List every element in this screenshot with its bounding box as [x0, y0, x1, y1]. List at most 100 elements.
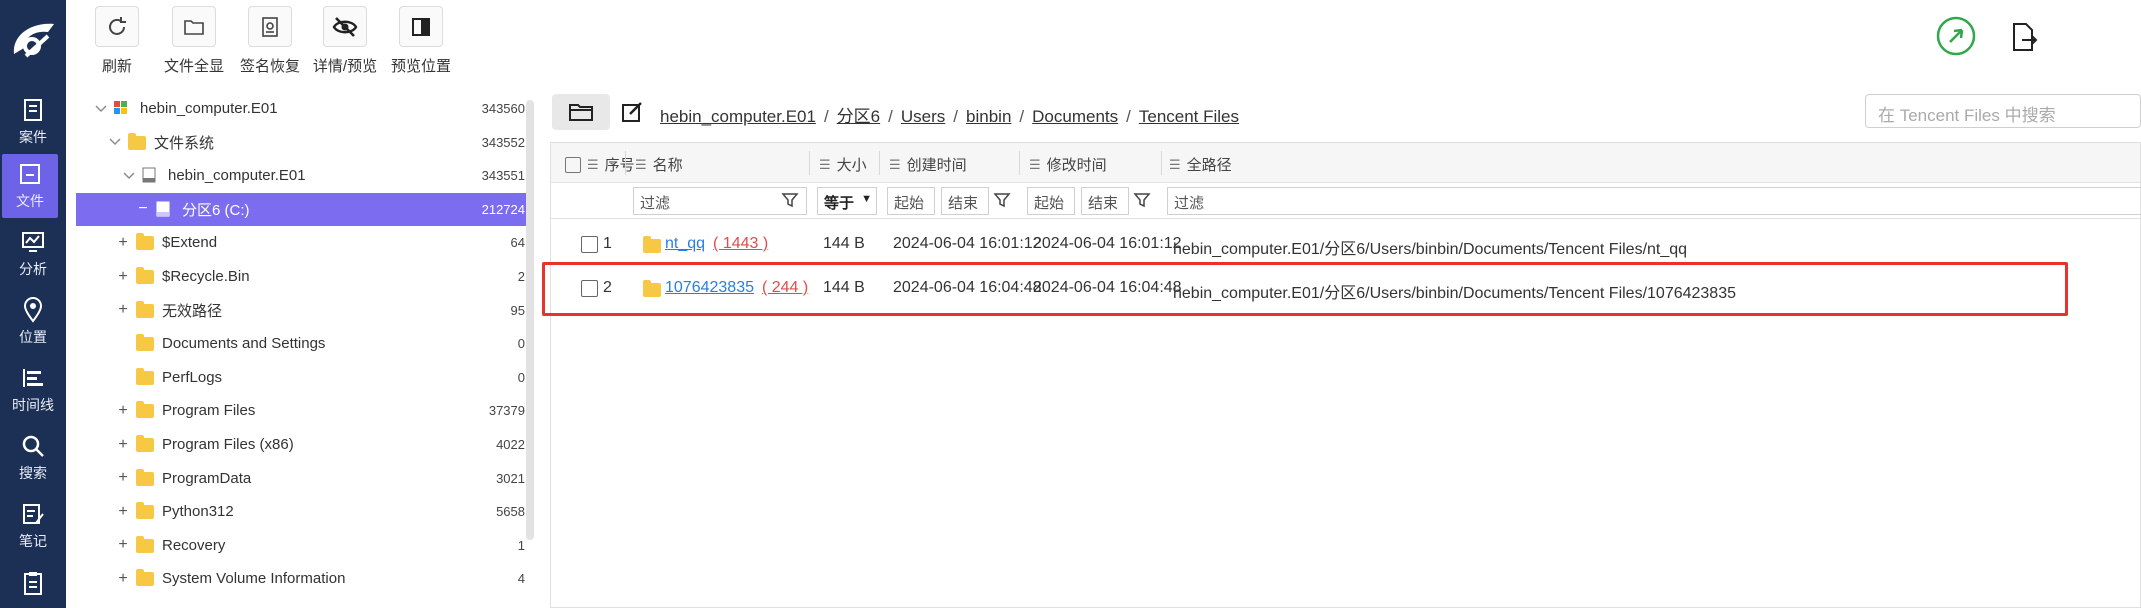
expand-plus-icon[interactable]: + — [116, 301, 130, 318]
status-button[interactable] — [1936, 16, 1976, 61]
col-divider[interactable] — [809, 151, 810, 175]
folder-icon — [136, 569, 154, 587]
modified-end-input[interactable]: 结束 — [1081, 187, 1129, 215]
tree-scrollbar[interactable] — [526, 100, 534, 540]
search-input[interactable]: 在 Tencent Files 中搜索 — [1865, 94, 2141, 128]
breadcrumb-seg[interactable]: Users — [901, 107, 945, 126]
col-divider[interactable] — [1161, 151, 1162, 175]
breadcrumb-seg[interactable]: Tencent Files — [1139, 107, 1239, 126]
filter-icon[interactable] — [993, 191, 1011, 209]
tree-node-count: 1 — [517, 537, 525, 553]
show-all-files-button[interactable]: 文件全显 — [157, 6, 231, 76]
breadcrumb-separator: / — [1126, 107, 1131, 126]
nav-item-timeline[interactable]: 时间线 — [0, 358, 66, 422]
tree-node-label: $Recycle.Bin — [162, 268, 250, 285]
tree-node[interactable]: + Program Files 37379 — [76, 394, 531, 427]
filter-icon[interactable] — [1133, 191, 1151, 209]
tree-node[interactable]: hebin_computer.E01 343560 — [76, 92, 531, 125]
tree-node-count: 37379 — [488, 403, 525, 419]
collapse-chevron-icon[interactable] — [122, 169, 136, 183]
created-end-input[interactable]: 结束 — [941, 187, 989, 215]
row-name-link[interactable]: nt_qq — [665, 235, 705, 252]
tree-node[interactable]: + 无效路径 95 — [76, 294, 531, 327]
created-start-input[interactable]: 起始 — [887, 187, 935, 215]
tree-node[interactable]: 文件系统 343552 — [76, 126, 531, 159]
size-operator-select[interactable]: 等于 ▼ — [817, 187, 877, 215]
show-all-files-label: 文件全显 — [163, 58, 224, 75]
table-row[interactable]: 1 nt_qq ( 1443 ) 144 B 2024-06-04 16:01:1… — [551, 223, 2140, 265]
expand-plus-icon[interactable]: + — [116, 436, 130, 453]
col-modified[interactable]: ☰ 修改时间 — [1029, 154, 1107, 175]
folder-view-button[interactable] — [552, 94, 610, 130]
breadcrumb-seg[interactable]: 分区6 — [837, 107, 880, 126]
tree-node[interactable]: Documents and Settings 0 — [76, 327, 531, 360]
tree-node[interactable]: + $Extend 64 — [76, 226, 531, 259]
collapse-chevron-icon[interactable] — [94, 102, 108, 116]
detail-preview-button[interactable]: 详情/预览 — [308, 6, 382, 76]
edit-path-button[interactable] — [620, 100, 644, 124]
path-filter-input[interactable]: 过滤 — [1167, 187, 2141, 215]
tree-node-count: 343551 — [481, 168, 525, 184]
col-path[interactable]: ☰ 全路径 — [1169, 154, 1232, 175]
expand-plus-icon[interactable]: + — [116, 536, 130, 553]
preview-pane-icon — [412, 17, 430, 36]
row-size: 144 B — [823, 235, 865, 252]
row-checkbox[interactable] — [581, 236, 598, 253]
expand-plus-icon[interactable]: + — [116, 234, 130, 251]
folder-icon — [136, 233, 154, 251]
created-end-placeholder: 结束 — [948, 195, 979, 212]
size-operator-value: 等于 — [824, 195, 855, 212]
nav-label-location: 位置 — [19, 329, 47, 345]
select-all-checkbox[interactable] — [565, 156, 581, 173]
tree-node[interactable]: + Program Files (x86) 4022 — [76, 428, 531, 461]
collapse-chevron-icon[interactable] — [108, 135, 122, 149]
row-item-count[interactable]: ( 1443 ) — [713, 235, 768, 252]
col-path-label: 全路径 — [1186, 157, 1232, 174]
tree-node-label: System Volume Information — [162, 570, 346, 588]
tree-node[interactable]: hebin_computer.E01 343551 — [76, 159, 531, 192]
filter-icon[interactable] — [781, 191, 799, 209]
breadcrumb-seg[interactable]: hebin_computer.E01 — [660, 107, 816, 126]
nav-item-location[interactable]: 位置 — [0, 290, 66, 354]
tree-node-label: Python312 — [162, 503, 234, 521]
refresh-button[interactable]: 刷新 — [80, 6, 154, 76]
toolbar: 刷新 文件全显 签名恢复 详情/预览 预览位置 — [66, 0, 2141, 80]
col-divider[interactable] — [879, 151, 880, 175]
tree-node[interactable]: + Python312 5658 — [76, 495, 531, 528]
tree-node-label: 无效路径 — [162, 302, 223, 320]
expand-plus-icon[interactable]: + — [116, 469, 130, 486]
breadcrumb-seg[interactable]: binbin — [966, 107, 1011, 126]
tree-node-label: $Extend — [162, 234, 218, 252]
nav-item-search[interactable]: 搜索 — [0, 426, 66, 490]
signature-recover-button[interactable]: 签名恢复 — [233, 6, 307, 76]
tree-node[interactable]: + System Volume Information 4 — [76, 562, 531, 595]
col-name[interactable]: ☰ 名称 — [635, 154, 683, 175]
refresh-icon — [109, 16, 126, 35]
nav-item-analysis[interactable]: 分析 — [0, 222, 66, 286]
nav-item-notes[interactable]: 笔记 — [0, 494, 66, 558]
nav-item-file[interactable]: 文件 — [2, 154, 58, 218]
tree-node[interactable]: + Recovery 1 — [76, 529, 531, 562]
nav-item-case[interactable]: 案件 — [0, 90, 66, 154]
tree-node[interactable]: + ProgramData 3021 — [76, 462, 531, 495]
expand-plus-icon[interactable]: + — [116, 503, 130, 520]
modified-start-input[interactable]: 起始 — [1027, 187, 1075, 215]
breadcrumb-seg[interactable]: Documents — [1032, 107, 1118, 126]
tree-node[interactable]: − 分区6 (C:) 212724 — [76, 192, 531, 226]
expand-plus-icon[interactable]: + — [116, 402, 130, 419]
preview-position-button[interactable]: 预览位置 — [384, 6, 458, 76]
col-divider[interactable] — [625, 151, 626, 175]
collapse-minus-icon[interactable]: − — [136, 200, 150, 217]
nav-rail: 案件 文件 分析 位置 时间线 搜索 笔记 — [0, 0, 66, 608]
tree-node[interactable]: PerfLogs 0 — [76, 361, 531, 394]
expand-plus-icon[interactable]: + — [116, 268, 130, 285]
col-size[interactable]: ☰ 大小 — [819, 154, 867, 175]
nav-item-report[interactable] — [0, 560, 66, 608]
export-button[interactable] — [2010, 22, 2038, 57]
col-divider[interactable] — [1019, 151, 1020, 175]
nav-label-analysis: 分析 — [19, 261, 47, 277]
col-created[interactable]: ☰ 创建时间 — [889, 154, 967, 175]
file-export-icon — [2013, 23, 2038, 51]
tree-node[interactable]: + $Recycle.Bin 2 — [76, 260, 531, 293]
expand-plus-icon[interactable]: + — [116, 570, 130, 587]
